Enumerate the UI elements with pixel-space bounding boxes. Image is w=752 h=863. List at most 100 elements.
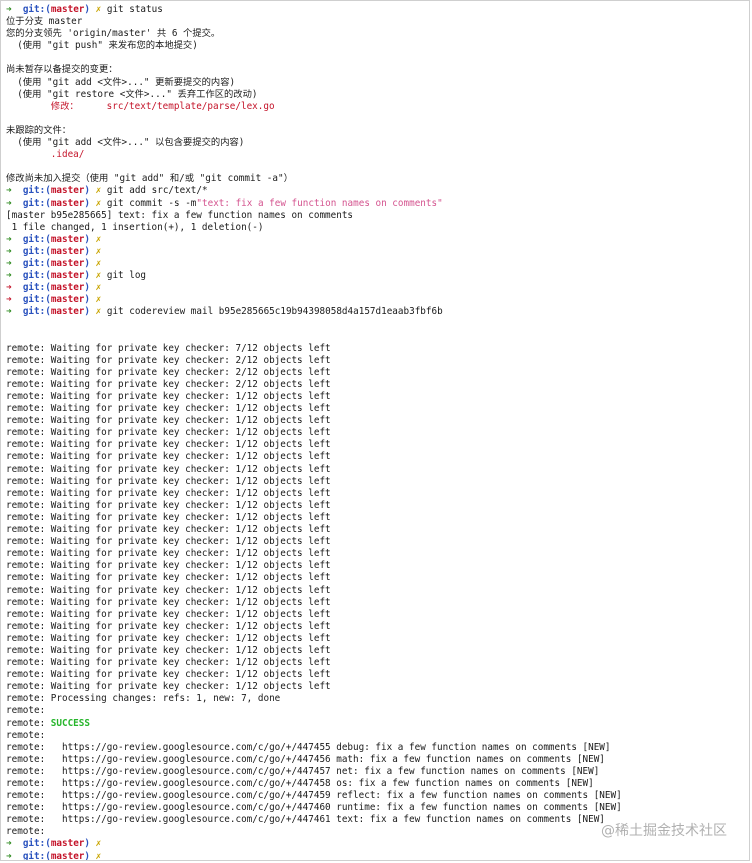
- output-text: remote: Waiting for private key checker:…: [6, 366, 331, 378]
- output-line: remote: Waiting for private key checker:…: [6, 548, 749, 560]
- dirty-status-icon: ✗: [95, 4, 102, 15]
- prompt-paren-close: ): [84, 257, 91, 269]
- output-text: remote: https://go-review.googlesource.c…: [6, 790, 622, 802]
- output-text: remote: Waiting for private key checker:…: [6, 342, 331, 354]
- dirty-status-icon: ✗: [95, 270, 102, 282]
- prompt-arrow-icon: ➜: [6, 257, 12, 269]
- output-line: remote: Waiting for private key checker:…: [6, 645, 749, 657]
- output-line: remote: https://go-review.googlesource.c…: [6, 790, 749, 802]
- output-text: 1 file changed, 1 insertion(+), 1 deleti…: [6, 221, 264, 233]
- prompt-arrow-icon: ➜: [6, 282, 12, 294]
- output-text: remote: Waiting for private key checker:…: [6, 415, 331, 427]
- file-path-text: 修改： src/text/template/parse/lex.go: [6, 100, 275, 112]
- output-line: (使用 "git add <文件>..." 更新要提交的内容): [6, 77, 749, 89]
- output-text: remote: Processing changes: refs: 1, new…: [6, 693, 281, 705]
- output-line: remote: Waiting for private key checker:…: [6, 476, 749, 488]
- prompt-line: ➜ git:(master) ✗ git codereview mail b95…: [6, 306, 749, 318]
- output-line: remote: Waiting for private key checker:…: [6, 657, 749, 669]
- output-text: 修改尚未加入提交（使用 "git add" 和/或 "git commit -a…: [6, 173, 293, 185]
- output-text: 位于分支 master: [6, 16, 83, 28]
- output-line: remote: Waiting for private key checker:…: [6, 597, 749, 609]
- dirty-status-icon: ✗: [95, 294, 102, 306]
- prompt-arrow-icon: ➜: [6, 4, 12, 15]
- prompt-branch-name: master: [50, 197, 85, 209]
- terminal-output: ➜ git:(master) ✗ git status 位于分支 master 您的…: [1, 1, 749, 861]
- output-text: remote: Waiting for private key checker:…: [6, 354, 331, 366]
- output-line: remote: Waiting for private key checker:…: [6, 669, 749, 681]
- output-line: remote: Waiting for private key checker:…: [6, 451, 749, 463]
- prompt-git-label: git:: [22, 282, 46, 294]
- commit-message-text: "text: fix a few function names on comme…: [196, 197, 443, 209]
- output-text: remote: https://go-review.googlesource.c…: [6, 778, 594, 789]
- output-text: (使用 "git restore <文件>..." 丢弃工作区的改动): [6, 88, 258, 100]
- remote-prefix: remote:: [6, 717, 51, 729]
- output-text: remote: Waiting for private key checker:…: [6, 536, 331, 548]
- prompt-git-label: git:: [22, 257, 46, 269]
- prompt-arrow-icon: ➜: [6, 245, 12, 257]
- prompt-paren-close: ): [84, 838, 91, 850]
- success-label: SUCCESS: [50, 717, 90, 729]
- prompt-paren-close: ): [84, 245, 91, 257]
- output-line: remote: https://go-review.googlesource.c…: [6, 754, 749, 766]
- prompt-line: ➜ git:(master) ✗: [6, 246, 749, 258]
- prompt-arrow-icon: ➜: [6, 197, 12, 209]
- prompt-arrow-icon: ➜: [6, 233, 12, 245]
- output-line: remote: Waiting for private key checker:…: [6, 560, 749, 572]
- output-text: remote: Waiting for private key checker:…: [6, 560, 331, 572]
- dirty-status-icon: ✗: [95, 197, 102, 209]
- prompt-paren-close: ): [84, 185, 91, 197]
- output-text: remote: https://go-review.googlesource.c…: [6, 765, 600, 777]
- output-line: remote: Waiting for private key checker:…: [6, 621, 749, 633]
- command-text: git log: [106, 270, 147, 282]
- dirty-status-icon: ✗: [95, 233, 102, 245]
- prompt-paren-close: ): [84, 4, 91, 15]
- prompt-line: ➜ git:(master) ✗: [6, 838, 749, 850]
- output-text: remote: Waiting for private key checker:…: [6, 439, 331, 451]
- output-line: remote: Waiting for private key checker:…: [6, 609, 749, 621]
- output-line: (使用 "git add <文件>..." 以包含要提交的内容): [6, 137, 749, 149]
- prompt-branch-name: master: [50, 294, 85, 306]
- output-text: remote: Waiting for private key checker:…: [6, 403, 331, 415]
- output-line: remote: https://go-review.googlesource.c…: [6, 802, 749, 814]
- terminal-window[interactable]: ➜ git:(master) ✗ git status 位于分支 master 您的…: [0, 0, 750, 861]
- output-text: remote:: [6, 705, 46, 717]
- output-text: remote: Waiting for private key checker:…: [6, 524, 331, 536]
- dirty-status-icon: ✗: [95, 282, 102, 294]
- output-text: remote: Waiting for private key checker:…: [6, 463, 331, 475]
- output-line: 您的分支领先 'origin/master' 共 6 个提交。: [6, 28, 749, 40]
- output-line: remote: Waiting for private key checker:…: [6, 427, 749, 439]
- prompt-arrow-icon: ➜: [6, 306, 12, 318]
- prompt-branch-name: master: [50, 257, 85, 269]
- prompt-arrow-icon: ➜: [6, 850, 12, 861]
- output-text: remote: https://go-review.googlesource.c…: [6, 753, 605, 765]
- output-text: remote: https://go-review.googlesource.c…: [6, 741, 611, 753]
- prompt-paren-close: ): [84, 282, 91, 294]
- prompt-git-label: git:: [22, 245, 46, 257]
- output-text: [master b95e285665] text: fix a few func…: [6, 209, 354, 221]
- output-text: 您的分支领先 'origin/master' 共 6 个提交。: [6, 28, 221, 40]
- output-text: remote: Waiting for private key checker:…: [6, 548, 331, 560]
- output-line: 1 file changed, 1 insertion(+), 1 deleti…: [6, 222, 749, 234]
- output-line: remote: Waiting for private key checker:…: [6, 536, 749, 548]
- command-text: git add src/text/*: [106, 185, 208, 197]
- prompt-git-label: git:: [22, 294, 46, 306]
- dirty-status-icon: ✗: [95, 306, 102, 318]
- output-text: remote:: [6, 826, 46, 838]
- prompt-line: ➜ git:(master) ✗: [6, 258, 749, 270]
- prompt-branch-name: master: [50, 306, 85, 318]
- output-text: (使用 "git add <文件>..." 更新要提交的内容): [6, 76, 236, 88]
- modified-file-line: .idea/: [6, 149, 749, 161]
- output-line: remote:: [6, 730, 749, 742]
- output-text: remote: Waiting for private key checker:…: [6, 572, 331, 584]
- output-text: remote: Waiting for private key checker:…: [6, 608, 331, 620]
- prompt-line: ➜ git:(master) ✗: [6, 282, 749, 294]
- output-text: remote: Waiting for private key checker:…: [6, 584, 331, 596]
- output-line: remote: Waiting for private key checker:…: [6, 633, 749, 645]
- prompt-arrow-icon: ➜: [6, 270, 12, 282]
- output-line: remote: Waiting for private key checker:…: [6, 439, 749, 451]
- prompt-arrow-icon: ➜: [6, 294, 12, 306]
- output-line: remote: Waiting for private key checker:…: [6, 379, 749, 391]
- output-line: remote: Waiting for private key checker:…: [6, 343, 749, 355]
